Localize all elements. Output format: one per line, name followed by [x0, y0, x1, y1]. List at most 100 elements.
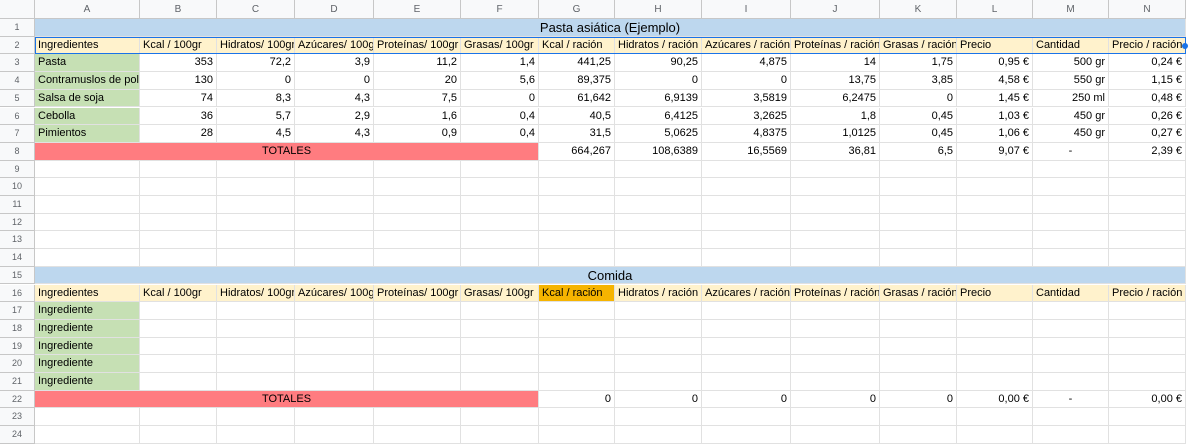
cell[interactable] [880, 355, 957, 373]
ingredient-name[interactable]: Ingrediente [35, 337, 140, 356]
cell[interactable] [374, 160, 461, 179]
cell[interactable] [461, 408, 539, 427]
cell[interactable] [791, 160, 880, 179]
data-cell[interactable]: 0 [880, 89, 957, 108]
column-header-l[interactable]: L [957, 0, 1033, 19]
column-title[interactable]: Azúcares/ 100gr [295, 36, 374, 55]
data-cell[interactable]: 1,6 [374, 107, 461, 126]
cell[interactable] [702, 249, 791, 267]
cell[interactable] [702, 302, 791, 320]
data-cell[interactable]: 250 ml [1033, 89, 1109, 108]
data-cell[interactable]: 1,45 € [957, 89, 1033, 108]
cell[interactable] [1033, 426, 1109, 444]
cell[interactable] [702, 231, 791, 250]
cell[interactable] [539, 355, 615, 373]
cell[interactable] [615, 231, 702, 250]
data-cell[interactable]: 1,06 € [957, 125, 1033, 143]
ingredient-name[interactable]: Pimientos [35, 125, 140, 143]
cell[interactable] [295, 302, 374, 320]
cell[interactable] [374, 302, 461, 320]
cell[interactable] [1109, 302, 1186, 320]
data-cell[interactable]: 6,9139 [615, 89, 702, 108]
cell[interactable] [791, 196, 880, 214]
cell[interactable] [1109, 319, 1186, 338]
cell[interactable] [35, 231, 140, 250]
cell[interactable] [35, 178, 140, 196]
total-value[interactable]: 9,07 € [957, 142, 1033, 161]
cell[interactable] [539, 426, 615, 444]
cell[interactable] [791, 302, 880, 320]
cell[interactable] [140, 249, 217, 267]
cell[interactable] [615, 373, 702, 391]
cell[interactable] [140, 178, 217, 196]
cell[interactable] [615, 249, 702, 267]
row-header-13[interactable]: 13 [0, 231, 35, 250]
cell[interactable] [1033, 249, 1109, 267]
cell[interactable] [217, 319, 295, 338]
data-cell[interactable]: 0,95 € [957, 54, 1033, 73]
cell[interactable] [295, 337, 374, 356]
row-header-2[interactable]: 2 [0, 36, 35, 55]
column-title[interactable]: Proteínas / ración [791, 36, 880, 55]
column-header-g[interactable]: G [539, 0, 615, 19]
column-title[interactable]: Kcal / 100gr [140, 36, 217, 55]
cell[interactable] [295, 160, 374, 179]
total-value[interactable]: 6,5 [880, 142, 957, 161]
data-cell[interactable]: 28 [140, 125, 217, 143]
column-title[interactable]: Cantidad [1033, 36, 1109, 55]
cell[interactable] [461, 160, 539, 179]
column-title[interactable]: Grasas / ración [880, 36, 957, 55]
data-cell[interactable]: 4,3 [295, 125, 374, 143]
cell[interactable] [615, 337, 702, 356]
total-value[interactable]: 2,39 € [1109, 142, 1186, 161]
column-header-b[interactable]: B [140, 0, 217, 19]
cell[interactable] [35, 249, 140, 267]
column-header-k[interactable]: K [880, 0, 957, 19]
row-header-5[interactable]: 5 [0, 89, 35, 108]
total-value[interactable]: 0 [702, 390, 791, 409]
spreadsheet-grid[interactable]: A B C D E F G H I J K L M N 1 2 3 4 5 6 7 8 9 10 11 12 13 14 15 16 17 1… [0, 0, 1200, 444]
cell[interactable] [880, 319, 957, 338]
data-cell[interactable]: 3,5819 [702, 89, 791, 108]
data-cell[interactable]: 3,9 [295, 54, 374, 73]
cell[interactable] [1033, 373, 1109, 391]
totals-label[interactable]: TOTALES [35, 390, 539, 409]
row-header-15[interactable]: 15 [0, 266, 35, 285]
row-header-24[interactable]: 24 [0, 426, 35, 444]
cell[interactable] [702, 337, 791, 356]
cell[interactable] [1033, 213, 1109, 232]
cell[interactable] [374, 408, 461, 427]
cell[interactable] [957, 231, 1033, 250]
cell[interactable] [140, 160, 217, 179]
column-title[interactable]: Grasas/ 100gr [461, 36, 539, 55]
total-value[interactable]: - [1033, 390, 1109, 409]
cell[interactable] [702, 213, 791, 232]
ingredient-name[interactable]: Salsa de soja [35, 89, 140, 108]
section-title[interactable]: Comida [35, 266, 1186, 285]
cell[interactable] [295, 178, 374, 196]
data-cell[interactable]: 1,75 [880, 54, 957, 73]
row-header-14[interactable]: 14 [0, 249, 35, 267]
cell[interactable] [615, 196, 702, 214]
totals-label[interactable]: TOTALES [35, 142, 539, 161]
column-title[interactable]: Hidratos / ración [615, 284, 702, 303]
cell[interactable] [461, 213, 539, 232]
cell[interactable] [1033, 302, 1109, 320]
data-cell[interactable]: 0 [702, 72, 791, 90]
data-cell[interactable]: 0,26 € [1109, 107, 1186, 126]
cell[interactable] [461, 337, 539, 356]
cell[interactable] [880, 231, 957, 250]
cell[interactable] [461, 302, 539, 320]
column-title[interactable]: Precio / ración [1109, 284, 1186, 303]
cell[interactable] [702, 408, 791, 427]
data-cell[interactable]: 40,5 [539, 107, 615, 126]
row-header-17[interactable]: 17 [0, 302, 35, 320]
cell[interactable] [1033, 231, 1109, 250]
row-header-9[interactable]: 9 [0, 160, 35, 179]
cell[interactable] [1033, 319, 1109, 338]
cell[interactable] [957, 337, 1033, 356]
row-header-12[interactable]: 12 [0, 213, 35, 232]
cell[interactable] [140, 231, 217, 250]
cell[interactable] [539, 337, 615, 356]
data-cell[interactable]: 61,642 [539, 89, 615, 108]
